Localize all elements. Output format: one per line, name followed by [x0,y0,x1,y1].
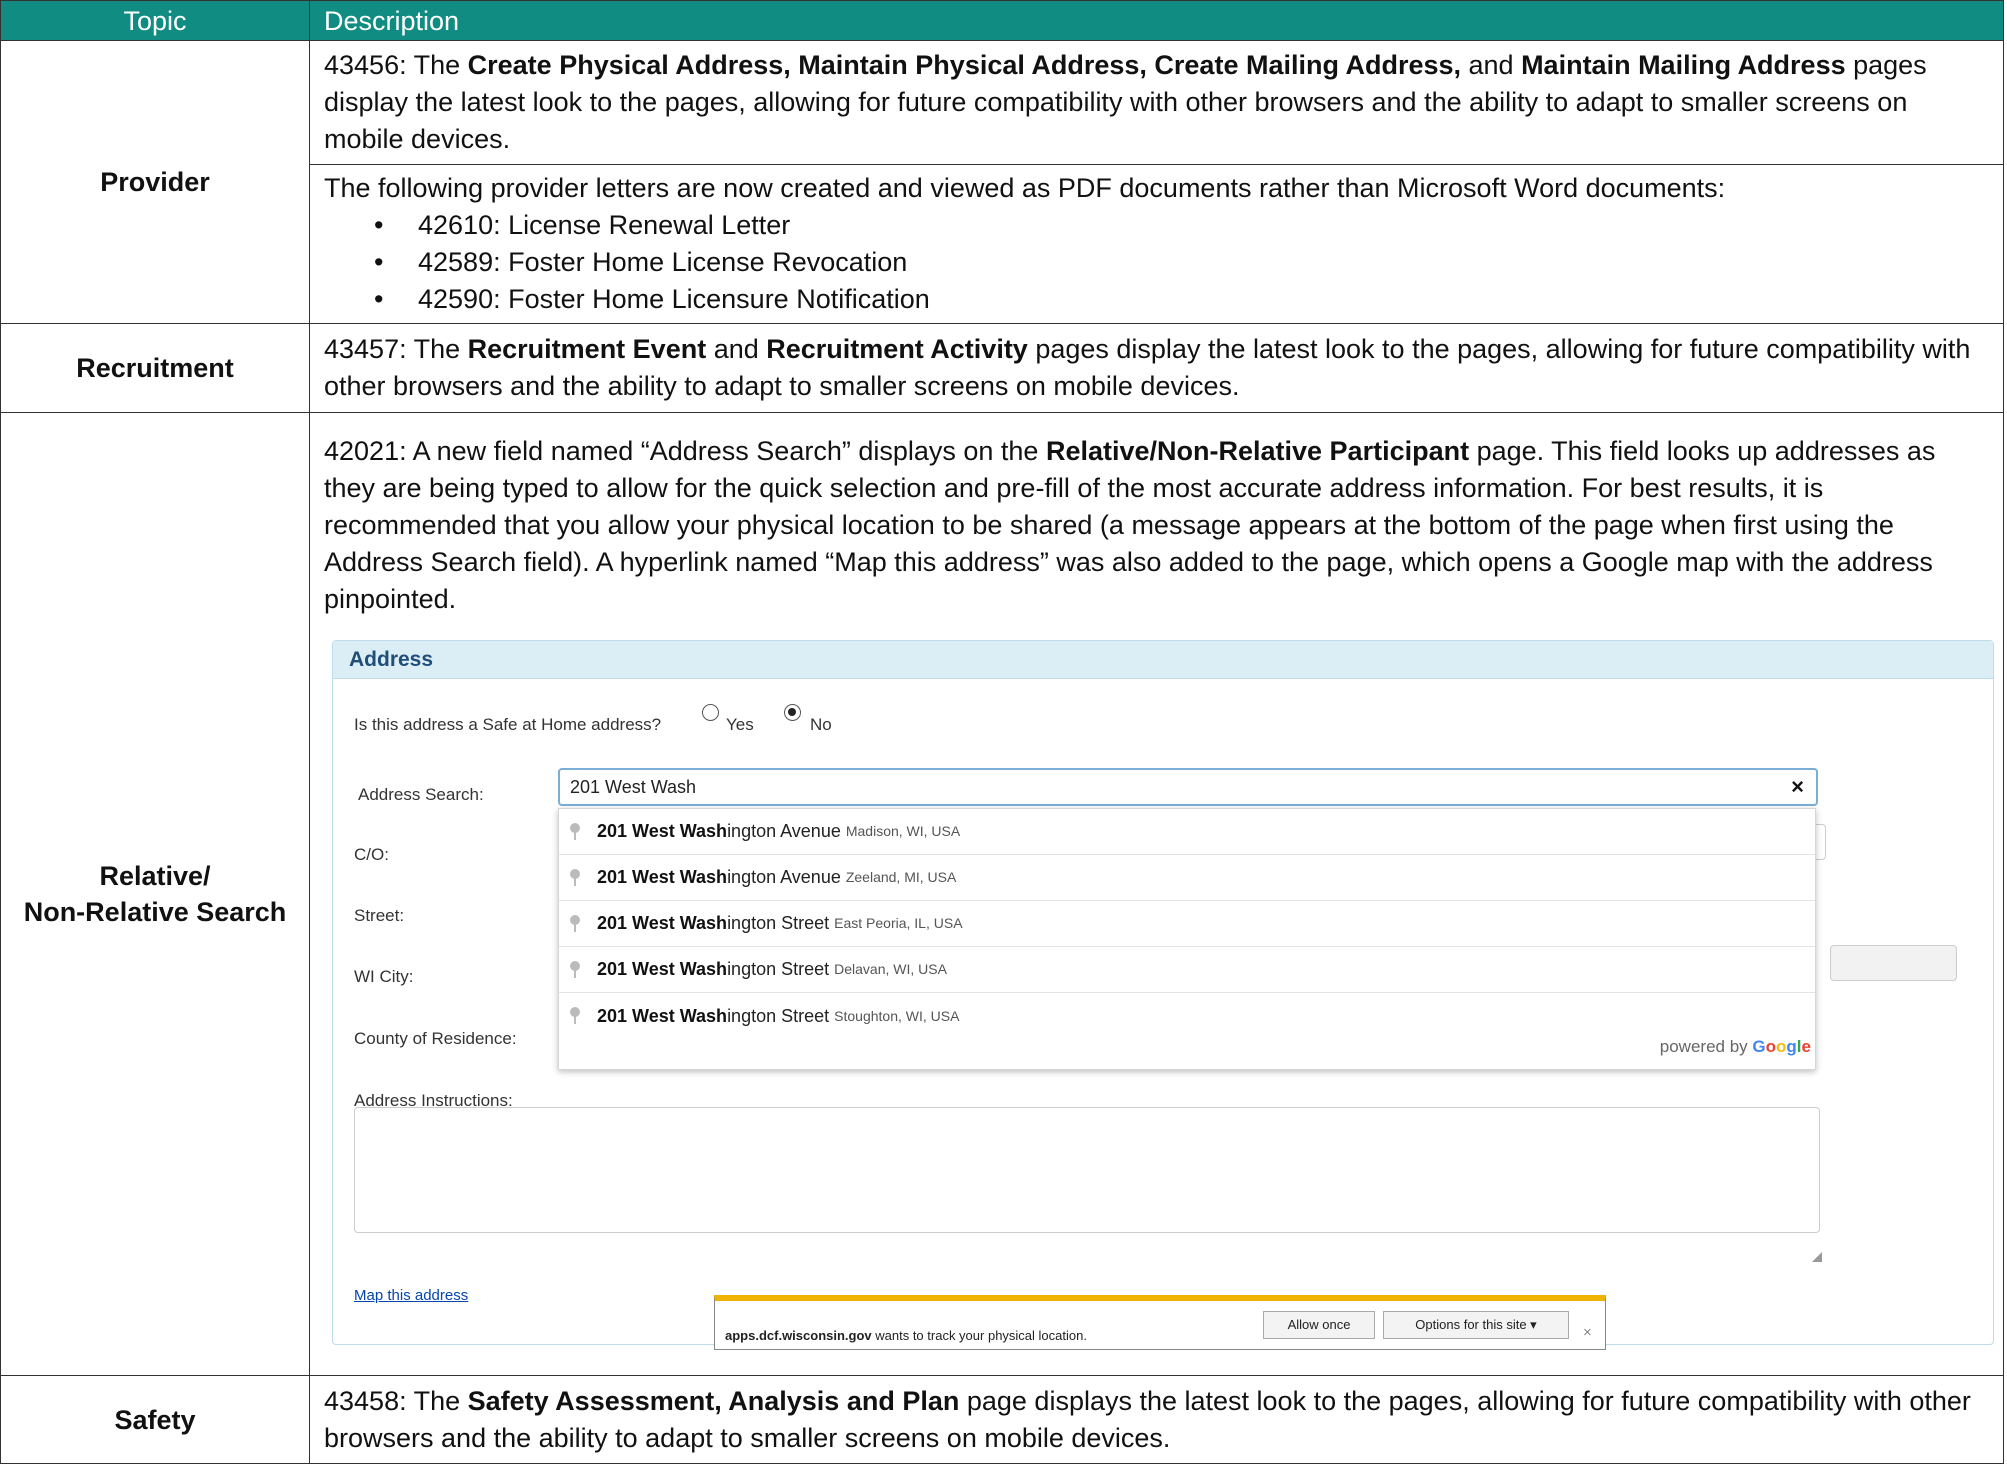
suggestion-item[interactable]: 201 West Washington Avenue Zeeland, MI, U… [559,855,1815,901]
google-logo: Google [1752,1037,1811,1056]
panel-title: Address [333,641,1993,679]
text: : The [399,50,468,80]
suggestion-match: 201 West Wash [597,959,728,979]
powered-by-text: powered by [1659,1037,1748,1056]
resize-handle-icon[interactable] [1812,1252,1822,1262]
county-label: County of Residence: [354,1029,517,1048]
close-icon[interactable]: × [1583,1314,1592,1351]
permission-text: wants to track your physical location. [871,1328,1087,1343]
text: : The [399,1385,468,1416]
location-permission-message: apps.dcf.wisconsin.gov wants to track yo… [725,1317,1087,1354]
text: : A new field named “Address Search” dis… [399,436,1046,466]
suggestion-locality: Delavan, WI, USA [834,961,947,977]
description-cell: The following provider letters are now c… [309,164,2004,324]
suggestion-locality: East Peoria, IL, USA [834,915,963,931]
address-suggestions-dropdown: 201 West Washington Avenue Madison, WI, U… [558,808,1816,1070]
co-label: C/O: [354,845,389,864]
clear-icon[interactable]: × [1791,770,1804,804]
map-pin-icon [569,822,581,841]
topic-cell-relative-search: Relative/ Non-Relative Search [0,412,310,1376]
topic-cell-provider: Provider [0,40,310,324]
map-pin-icon [569,868,581,887]
powered-by-google: powered by Google [1660,1028,1811,1065]
table-row: Relative/ Non-Relative Search 42021: A n… [0,412,2004,1376]
page-names: Safety Assessment, Analysis and Plan [467,1385,960,1416]
change-id: 43458 [324,1385,400,1416]
address-screenshot: Address Is this address a Safe at Home a… [332,640,1994,1350]
radio-no-label: No [810,715,832,734]
page-names: Maintain Mailing Address [1521,50,1846,80]
change-id: 43457 [324,334,400,364]
map-pin-icon [569,1007,581,1025]
address-instructions-textarea[interactable] [354,1107,1820,1233]
suggestion-match: 201 West Wash [597,913,728,933]
topic-line: Non-Relative Search [23,897,287,927]
description-cell: 43456: The Create Physical Address, Main… [309,40,2004,165]
page-names: Relative/Non-Relative Participant [1045,436,1470,466]
table-row: Safety 43458: The Safety Assessment, Ana… [0,1375,2004,1464]
address-search-label: Address Search: [358,785,484,804]
page-names: Create Physical Address, Maintain Physic… [467,50,1461,80]
change-id: 42021 [324,436,400,466]
table-header-row: Topic Description [0,0,2004,41]
description-cell: 43457: The Recruitment Event and Recruit… [309,323,2004,413]
suggestion-locality: Stoughton, WI, USA [834,1007,960,1024]
description-column-header: Description [309,0,2004,41]
radio-yes-label: Yes [726,715,754,734]
radio-no[interactable] [784,704,801,721]
letters-list: 42610: License Renewal Letter 42589: Fos… [374,207,1989,318]
description-paragraph: 42021: A new field named “Address Search… [324,433,1989,618]
suggestion-rest: ington Avenue [727,867,841,887]
suggestion-locality: Zeeland, MI, USA [845,869,957,885]
location-permission-bar: apps.dcf.wisconsin.gov wants to track yo… [714,1295,1606,1350]
change-id: 43456 [324,50,400,80]
options-for-site-button[interactable]: Options for this site ▾ [1383,1311,1569,1339]
suggestion-match: 201 West Wash [597,821,728,841]
list-item: 42589: Foster Home License Revocation [374,244,1989,281]
release-notes-table: Topic Description Provider 43456: The Cr… [0,0,2004,1464]
table-row: Provider 43456: The Create Physical Addr… [0,40,2004,324]
suggestion-item[interactable]: 201 West Washington Street Delavan, WI, U… [559,947,1815,993]
topic-line: Relative/ [99,861,211,891]
page-names: Recruitment Activity [766,334,1028,364]
description-cell: 43458: The Safety Assessment, Analysis a… [309,1375,2004,1464]
map-pin-icon [569,914,581,933]
safe-at-home-question: Is this address a Safe at Home address? [354,715,662,734]
address-search-value: 201 West Wash [570,777,697,797]
allow-once-button[interactable]: Allow once [1263,1311,1375,1339]
topic-cell-safety: Safety [0,1375,310,1464]
map-pin-icon [569,960,581,979]
suggestion-rest: ington Street [727,1005,830,1026]
text: and [706,334,767,364]
suggestion-locality: Madison, WI, USA [845,823,961,839]
text: : The [399,334,468,364]
suggestion-match: 201 West Wash [597,1005,728,1026]
list-item: 42590: Foster Home Licensure Notificatio… [374,281,1989,318]
topic-column-header: Topic [0,0,310,41]
address-search-input[interactable]: 201 West Wash × [558,768,1818,806]
suggestion-item[interactable]: 201 West Washington Street East Peoria, I… [559,901,1815,947]
site-domain: apps.dcf.wisconsin.gov [725,1328,872,1343]
letters-intro: The following provider letters are now c… [324,173,1726,203]
wi-city-label: WI City: [354,967,414,986]
suggestion-rest: ington Avenue [727,821,841,841]
suggestion-rest: ington Street [727,959,830,979]
table-row: Recruitment 43457: The Recruitment Event… [0,323,2004,413]
text: and [1461,50,1522,80]
suggestion-match: 201 West Wash [597,867,728,887]
description-cell: 42021: A new field named “Address Search… [309,412,2004,1376]
suggestion-item[interactable]: 201 West Washington Street Stoughton, WI,… [559,993,1815,1039]
page-names: Recruitment Event [467,334,707,364]
suggestion-item[interactable]: 201 West Washington Avenue Madison, WI, U… [559,809,1815,855]
list-item: 42610: License Renewal Letter [374,207,1989,244]
street-label: Street: [354,906,405,925]
zip-field[interactable] [1830,945,1957,981]
suggestion-rest: ington Street [727,913,830,933]
radio-yes[interactable] [702,704,719,721]
topic-cell-recruitment: Recruitment [0,323,310,413]
map-this-address-link[interactable]: Map this address [354,1277,468,1314]
